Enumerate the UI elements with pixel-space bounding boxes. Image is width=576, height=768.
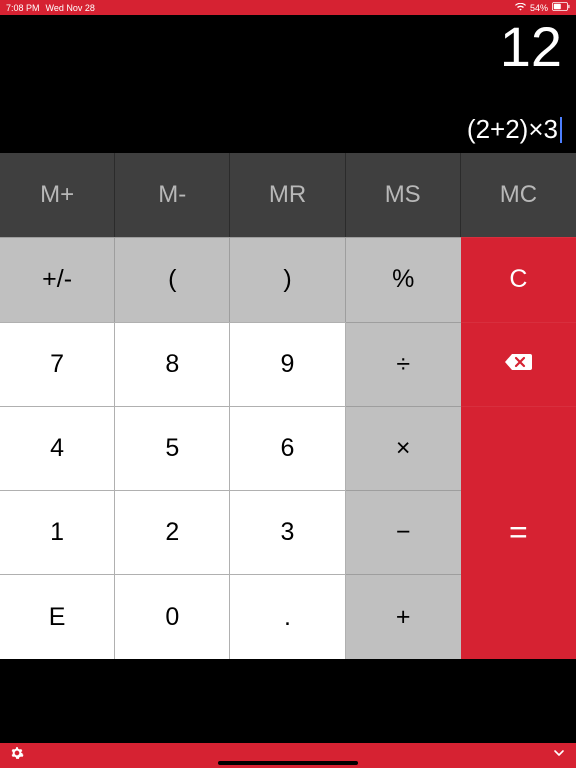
status-date: Wed Nov 28 bbox=[46, 3, 95, 13]
display-result: 12 bbox=[500, 19, 562, 75]
bottom-toolbar bbox=[0, 743, 576, 768]
equals-button[interactable]: = bbox=[461, 406, 576, 659]
memory-store-button[interactable]: MS bbox=[346, 153, 461, 237]
memory-plus-button[interactable]: M+ bbox=[0, 153, 115, 237]
memory-recall-button[interactable]: MR bbox=[230, 153, 345, 237]
status-time: 7:08 PM bbox=[6, 3, 40, 13]
digit-3-button[interactable]: 3 bbox=[230, 490, 345, 574]
settings-button[interactable] bbox=[10, 746, 24, 765]
digit-9-button[interactable]: 9 bbox=[230, 322, 345, 406]
home-indicator bbox=[218, 761, 358, 765]
memory-clear-button[interactable]: MC bbox=[461, 153, 576, 237]
multiply-button[interactable]: × bbox=[346, 406, 461, 490]
status-battery: 54% bbox=[530, 3, 548, 13]
backspace-icon bbox=[503, 350, 533, 379]
wifi-icon bbox=[515, 3, 526, 13]
digit-1-button[interactable]: 1 bbox=[0, 490, 115, 574]
clear-button[interactable]: C bbox=[461, 237, 576, 321]
left-paren-button[interactable]: ( bbox=[115, 237, 230, 321]
calculator-display: 12 (2+2)×3 bbox=[0, 15, 576, 153]
memory-minus-button[interactable]: M- bbox=[115, 153, 230, 237]
digit-0-button[interactable]: 0 bbox=[115, 574, 230, 658]
add-button[interactable]: + bbox=[346, 574, 461, 658]
decimal-button[interactable]: . bbox=[230, 574, 345, 658]
exponent-button[interactable]: E bbox=[0, 574, 115, 658]
collapse-button[interactable] bbox=[552, 746, 566, 765]
status-bar: 7:08 PM Wed Nov 28 54% bbox=[0, 0, 576, 15]
divide-button[interactable]: ÷ bbox=[346, 322, 461, 406]
backspace-button[interactable] bbox=[461, 322, 576, 406]
text-cursor bbox=[560, 117, 562, 143]
right-paren-button[interactable]: ) bbox=[230, 237, 345, 321]
digit-5-button[interactable]: 5 bbox=[115, 406, 230, 490]
subtract-button[interactable]: − bbox=[346, 490, 461, 574]
sign-toggle-button[interactable]: +/- bbox=[0, 237, 115, 321]
percent-button[interactable]: % bbox=[346, 237, 461, 321]
calculator-keypad: M+ M- MR MS MC +/- ( ) % C 7 8 9 ÷ 4 5 6… bbox=[0, 153, 576, 743]
digit-4-button[interactable]: 4 bbox=[0, 406, 115, 490]
display-expression[interactable]: (2+2)×3 bbox=[467, 114, 562, 145]
digit-2-button[interactable]: 2 bbox=[115, 490, 230, 574]
digit-7-button[interactable]: 7 bbox=[0, 322, 115, 406]
digit-6-button[interactable]: 6 bbox=[230, 406, 345, 490]
battery-icon bbox=[552, 2, 570, 13]
digit-8-button[interactable]: 8 bbox=[115, 322, 230, 406]
